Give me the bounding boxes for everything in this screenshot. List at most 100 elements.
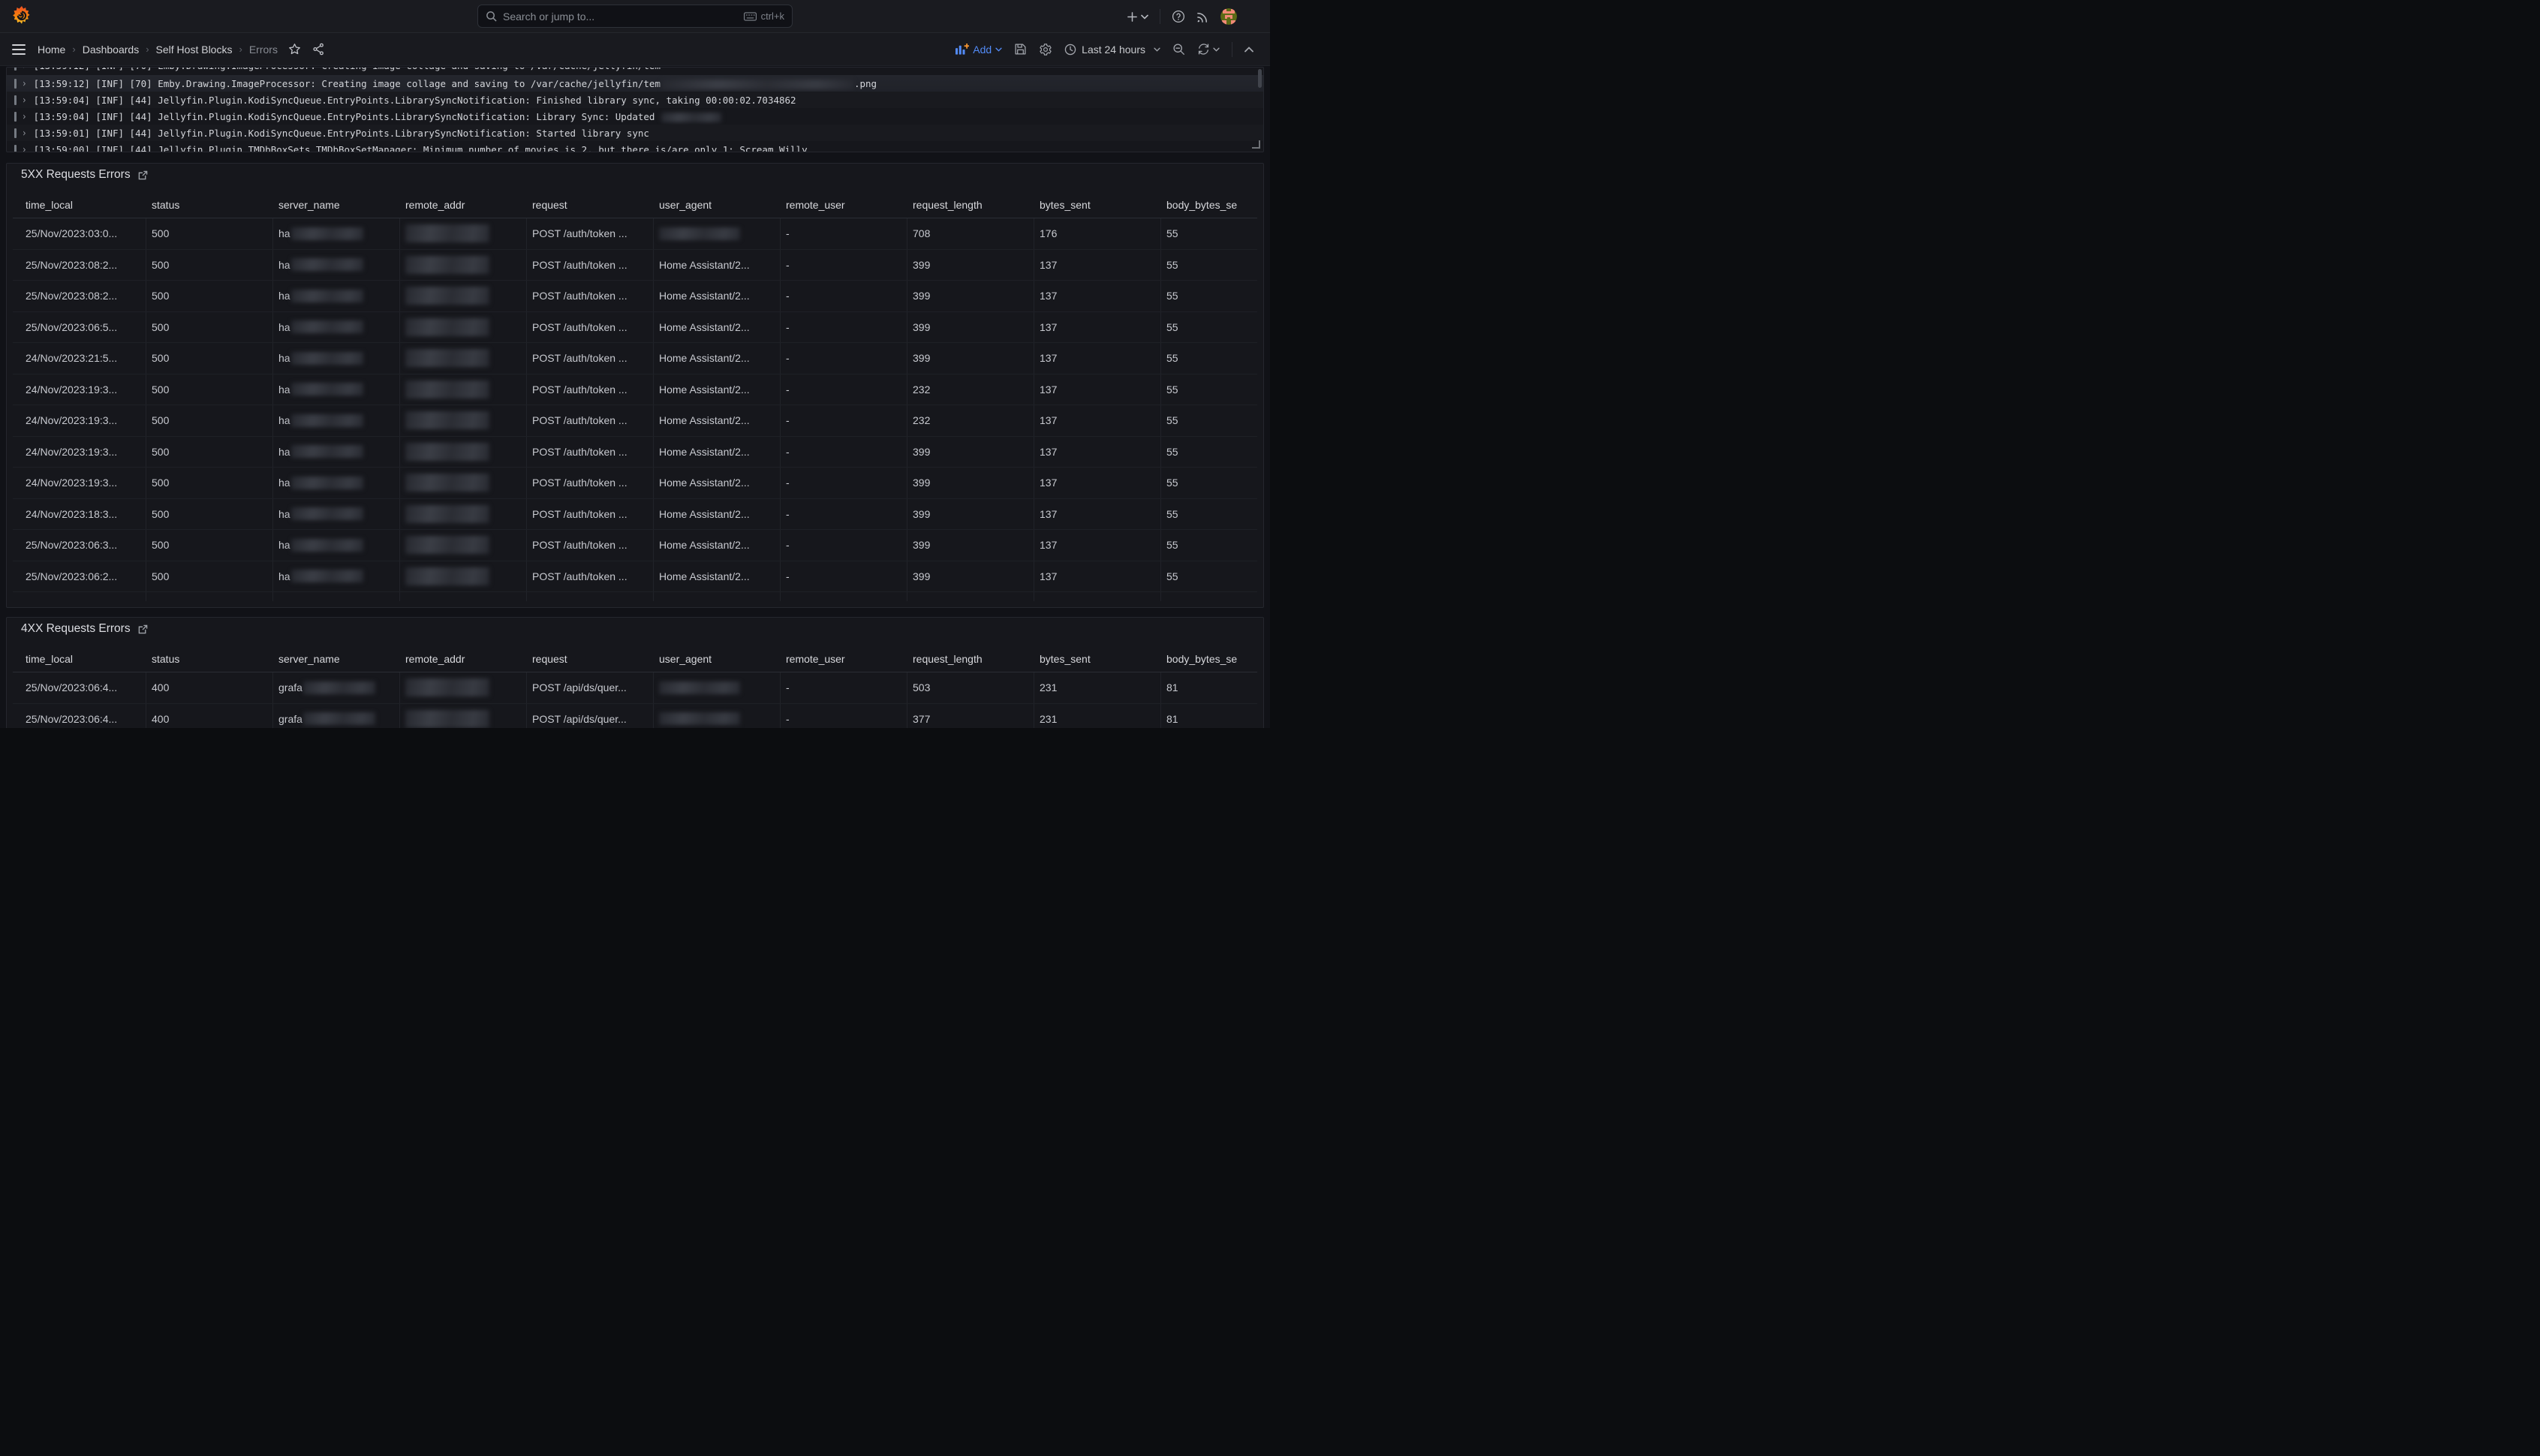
star-icon bbox=[288, 43, 301, 56]
column-header-remote_user: remote_user bbox=[781, 199, 907, 211]
cell-user_agent: Home Assistant/2... bbox=[654, 437, 781, 468]
new-menu-button[interactable] bbox=[1127, 11, 1148, 23]
search-placeholder: Search or jump to... bbox=[503, 11, 594, 23]
cell-body_bytes_sent: 81 bbox=[1161, 704, 1257, 729]
log-row[interactable]: ›[13:59:01] [INF] [44] Jellyfin.Plugin.K… bbox=[7, 125, 1263, 141]
cell-user_agent bbox=[654, 704, 781, 729]
save-dashboard-button[interactable] bbox=[1014, 43, 1027, 56]
external-link-icon[interactable] bbox=[138, 170, 148, 180]
redacted-value bbox=[405, 474, 489, 492]
share-button[interactable] bbox=[312, 43, 325, 56]
cell-bytes_sent: 137 bbox=[1034, 405, 1161, 436]
column-header-user_agent: user_agent bbox=[654, 653, 781, 665]
cell-server_name: grafa bbox=[273, 704, 400, 729]
cell-bytes_sent: 137 bbox=[1034, 468, 1161, 498]
resize-handle-icon[interactable] bbox=[1252, 140, 1260, 149]
redacted-value bbox=[659, 712, 740, 725]
news-button[interactable] bbox=[1196, 11, 1209, 23]
cell-bytes_sent: 137 bbox=[1034, 250, 1161, 281]
expand-chevron-icon[interactable]: › bbox=[22, 68, 27, 71]
search-shortcut-label: ctrl+k bbox=[761, 11, 784, 22]
breadcrumb-dashboards[interactable]: Dashboards bbox=[83, 44, 140, 56]
redacted-value bbox=[291, 320, 363, 333]
log-message: [13:59:12] [INF] [70] Emby.Drawing.Image… bbox=[34, 78, 877, 89]
cell-user_agent: Home Assistant/2... bbox=[654, 250, 781, 281]
cell-remote_user: - bbox=[781, 281, 907, 311]
column-header-time_local: time_local bbox=[13, 653, 146, 665]
table-row: 25/Nov/2023:03:0...500haPOST /auth/token… bbox=[13, 218, 1257, 249]
menu-toggle-button[interactable] bbox=[12, 44, 26, 55]
zoom-out-time-button[interactable] bbox=[1172, 43, 1185, 56]
cell-remote_user: - bbox=[781, 312, 907, 343]
cell-remote_user: - bbox=[781, 499, 907, 530]
add-panel-button[interactable]: Add bbox=[956, 44, 1002, 56]
redacted-value bbox=[291, 445, 363, 458]
cell-request_length: 232 bbox=[907, 405, 1034, 436]
panel-title[interactable]: 4XX Requests Errors bbox=[21, 622, 131, 636]
help-button[interactable] bbox=[1172, 10, 1185, 23]
cell-request: POST /api/ds/quer... bbox=[527, 704, 654, 729]
help-icon bbox=[1172, 10, 1185, 23]
plus-icon bbox=[1127, 11, 1138, 23]
cell-remote_addr bbox=[400, 343, 527, 374]
cell-user_agent: Home Assistant/2... bbox=[654, 312, 781, 343]
time-range-label: Last 24 hours bbox=[1082, 44, 1145, 56]
log-row[interactable]: ›[13:59:04] [INF] [44] Jellyfin.Plugin.K… bbox=[7, 92, 1263, 108]
scrollbar-thumb[interactable] bbox=[1258, 69, 1262, 88]
table-row: 24/Nov/2023:19:3...500haPOST /auth/token… bbox=[13, 436, 1257, 468]
column-header-remote_user: remote_user bbox=[781, 653, 907, 665]
log-row[interactable]: ›[13:59:12] [INF] [70] Emby.Drawing.Imag… bbox=[7, 68, 1263, 75]
cell-bytes_sent: 137 bbox=[1034, 343, 1161, 374]
breadcrumb-self-host-blocks[interactable]: Self Host Blocks bbox=[156, 44, 233, 56]
log-message: [13:59:04] [INF] [44] Jellyfin.Plugin.Ko… bbox=[34, 111, 722, 122]
cell-user_agent bbox=[654, 218, 781, 249]
cell-remote_addr bbox=[400, 499, 527, 530]
cell-remote_addr bbox=[400, 672, 527, 703]
dashboard-settings-button[interactable] bbox=[1039, 43, 1052, 56]
refresh-button[interactable] bbox=[1197, 43, 1220, 56]
collapse-toolbar-button[interactable] bbox=[1244, 47, 1253, 53]
redacted-value bbox=[291, 290, 363, 302]
cell-server_name: ha bbox=[273, 405, 400, 436]
search-input[interactable]: Search or jump to... ctrl+k bbox=[477, 5, 793, 28]
redacted-value bbox=[291, 477, 363, 489]
expand-chevron-icon[interactable]: › bbox=[22, 143, 27, 152]
cell-server_name: ha bbox=[273, 561, 400, 592]
log-level-bar bbox=[14, 145, 17, 153]
keyboard-icon bbox=[744, 12, 757, 21]
cell-bytes_sent: 231 bbox=[1034, 672, 1161, 703]
favorite-button[interactable] bbox=[288, 43, 301, 56]
cell-request_length: 708 bbox=[907, 218, 1034, 249]
table-row: 24/Nov/2023:19:3...500haPOST /auth/token… bbox=[13, 374, 1257, 405]
cell-body_bytes_sent: 55 bbox=[1161, 561, 1257, 592]
cell-status: 500 bbox=[146, 312, 273, 343]
redacted-value bbox=[291, 414, 363, 427]
column-header-request: request bbox=[527, 653, 654, 665]
dashboard-toolbar: Home › Dashboards › Self Host Blocks › E… bbox=[0, 33, 1270, 66]
cell-request: POST /auth/token ... bbox=[527, 561, 654, 592]
cell-request: POST /auth/token ... bbox=[527, 437, 654, 468]
log-level-bar bbox=[14, 79, 17, 89]
cell-request: POST /auth/token ... bbox=[527, 375, 654, 405]
external-link-icon[interactable] bbox=[138, 624, 148, 634]
log-level-bar bbox=[14, 112, 17, 122]
user-avatar[interactable] bbox=[1220, 8, 1237, 25]
cell-remote_user: - bbox=[781, 375, 907, 405]
panel-title[interactable]: 5XX Requests Errors bbox=[21, 168, 131, 182]
chevron-down-icon bbox=[1154, 47, 1160, 52]
grafana-logo[interactable] bbox=[12, 5, 32, 27]
expand-chevron-icon[interactable]: › bbox=[22, 127, 27, 139]
log-row[interactable]: › [13:59:04] [INF] [44] Jellyfin.Plugin.K… bbox=[7, 108, 1263, 125]
chevron-down-icon bbox=[1141, 14, 1148, 20]
table-row: 25/Nov/2023:08:2...500haPOST /auth/token… bbox=[13, 249, 1257, 281]
breadcrumb-home[interactable]: Home bbox=[38, 44, 65, 56]
expand-chevron-icon[interactable]: › bbox=[22, 77, 27, 89]
time-range-picker[interactable]: Last 24 hours bbox=[1064, 44, 1160, 56]
table-row: 25/Nov/2023:06:4...400grafaPOST /api/ds/… bbox=[13, 672, 1257, 703]
expand-chevron-icon[interactable]: › bbox=[22, 94, 27, 106]
log-row[interactable]: ›[13:59:00] [INF] [44] Jellyfin.Plugin.T… bbox=[7, 141, 1263, 152]
cell-remote_user: - bbox=[781, 672, 907, 703]
expand-chevron-icon[interactable]: › bbox=[22, 110, 27, 122]
spacer-cell bbox=[527, 592, 654, 601]
log-row[interactable]: › [13:59:12] [INF] [70] Emby.Drawing.Imag… bbox=[7, 75, 1263, 92]
